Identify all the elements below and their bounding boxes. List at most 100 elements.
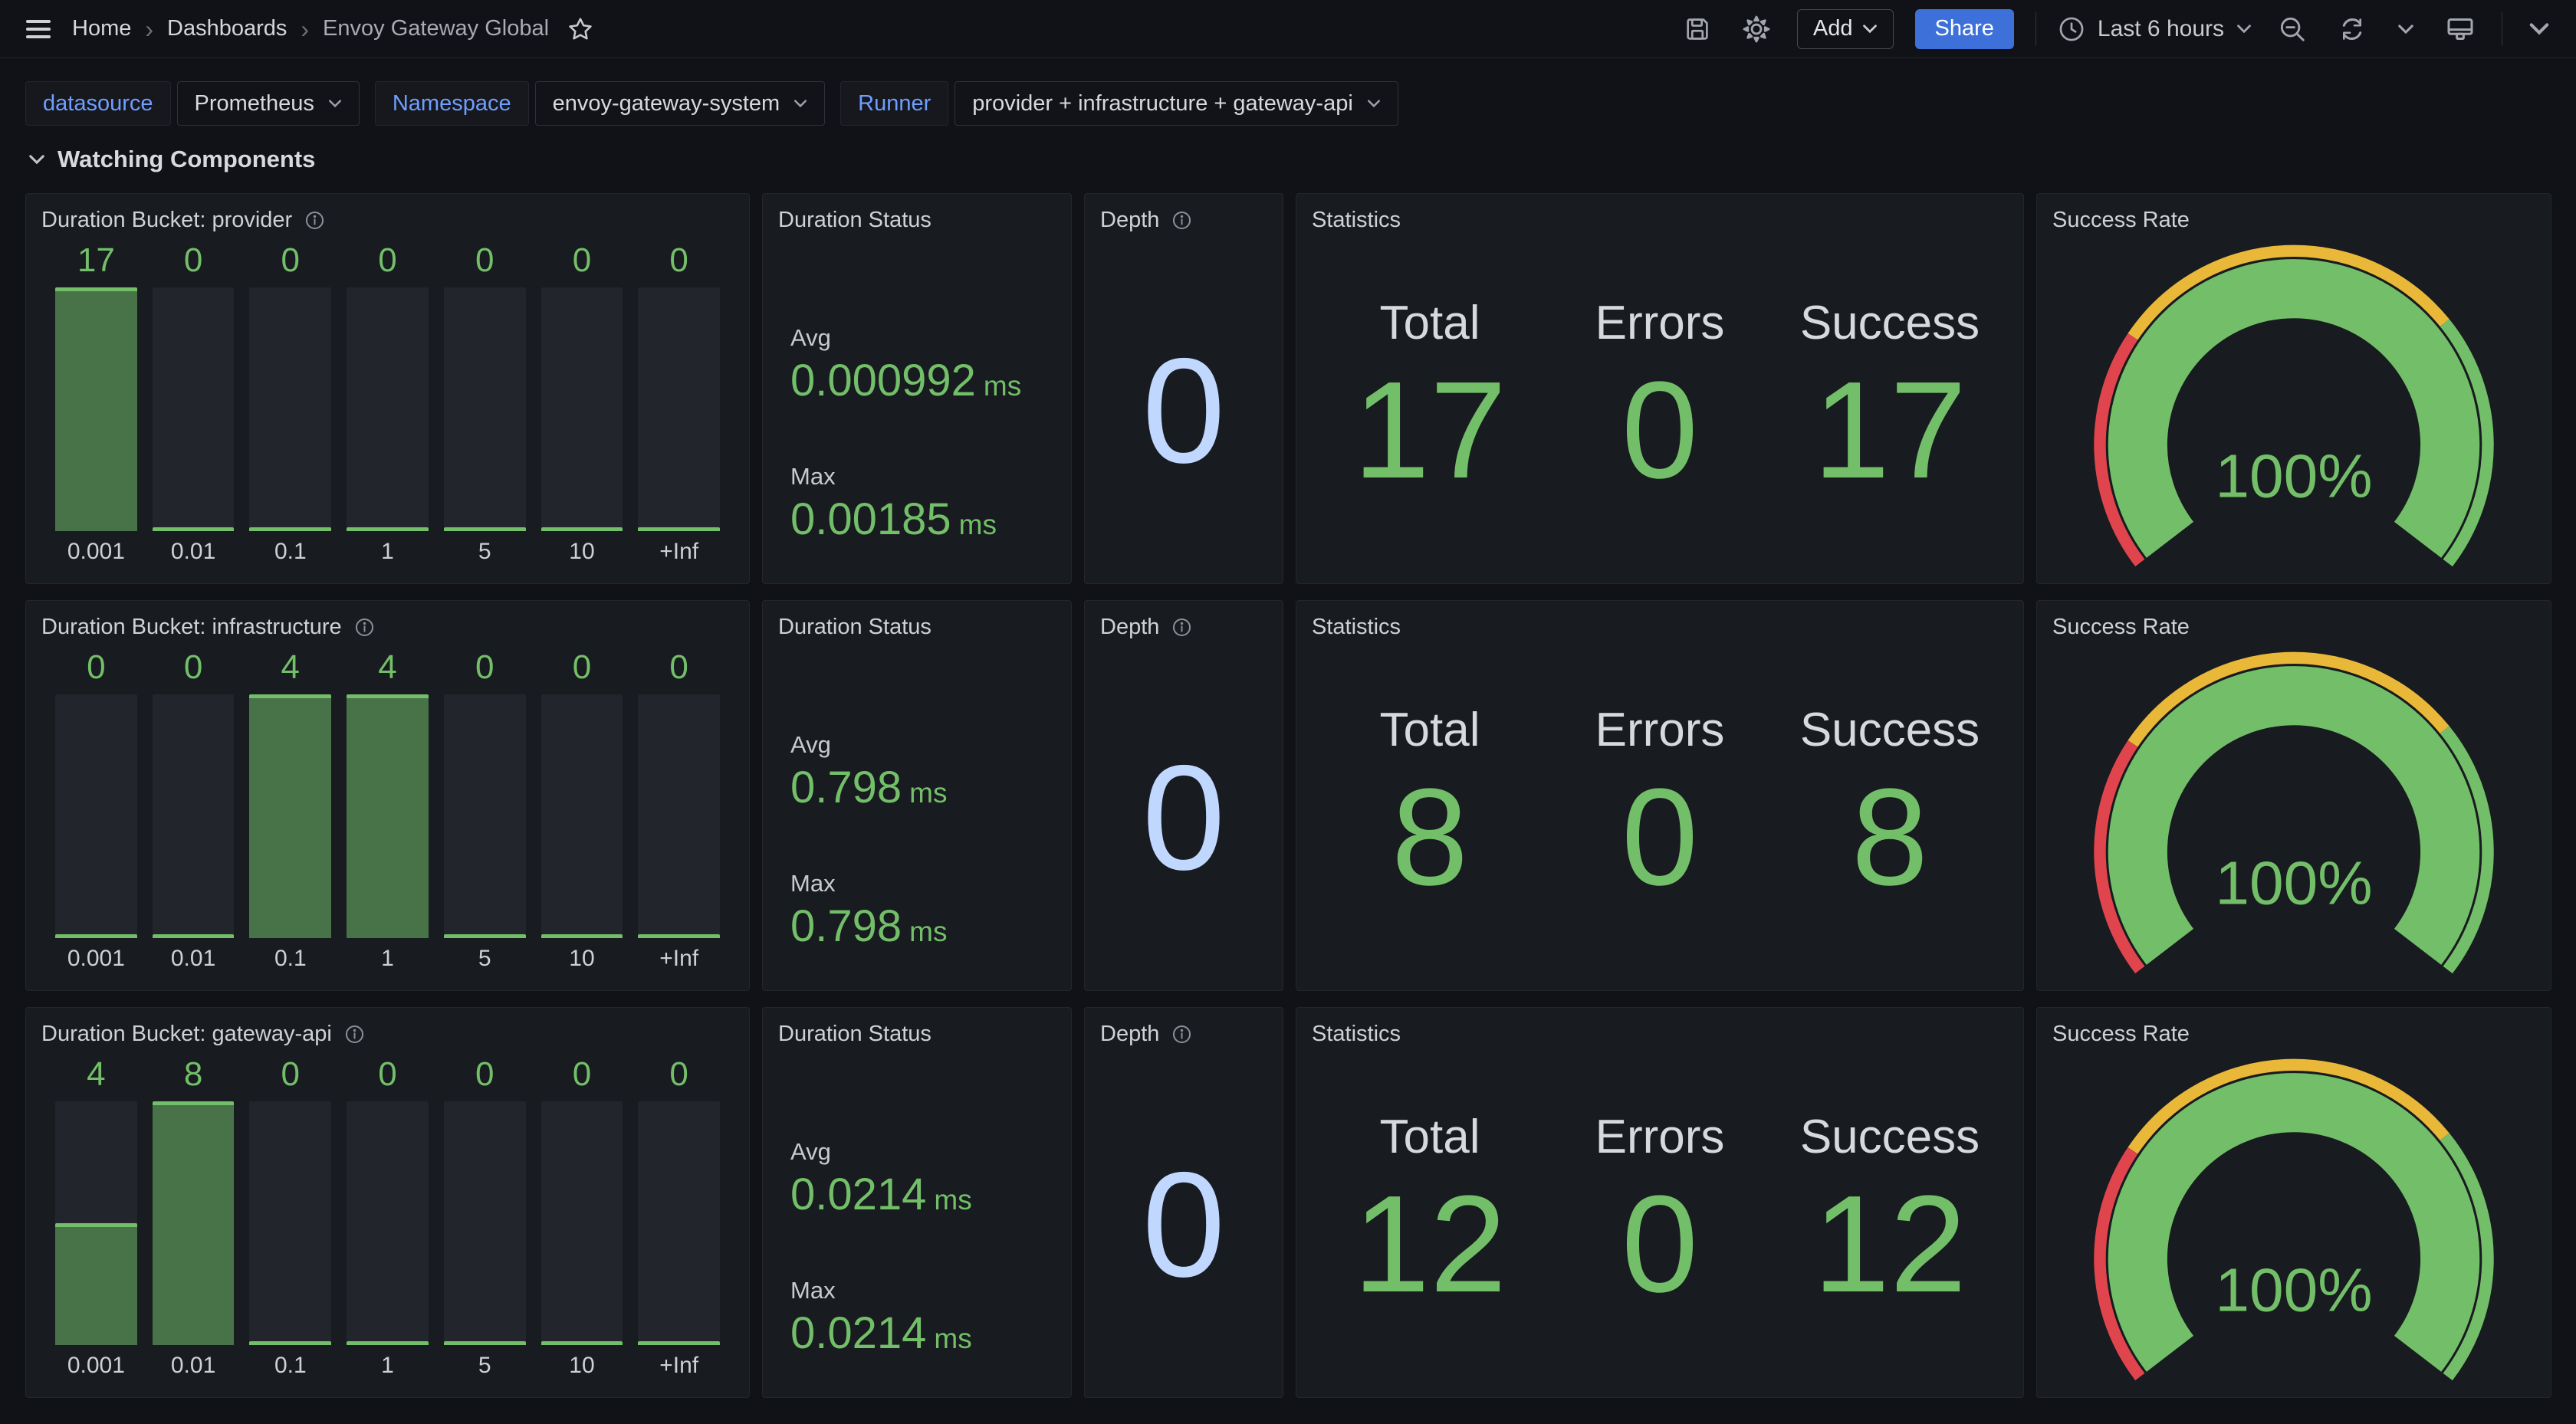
- max-stat: Max 0.798ms: [790, 870, 1056, 950]
- bar-column: 00.1: [249, 240, 331, 565]
- panel-header[interactable]: Depth: [1085, 601, 1283, 645]
- panel-header[interactable]: Statistics: [1296, 1008, 2023, 1052]
- bar-fill: [541, 1341, 623, 1345]
- duration-stats: Avg 0.0214ms Max 0.0214ms: [763, 1052, 1071, 1397]
- bar-fill: [153, 527, 235, 531]
- info-icon[interactable]: [1171, 617, 1192, 638]
- panel-header[interactable]: Depth: [1085, 194, 1283, 238]
- info-icon[interactable]: [1171, 1024, 1192, 1045]
- bar-track: [55, 287, 137, 531]
- favorite-star-button[interactable]: [563, 11, 598, 47]
- info-icon[interactable]: [1171, 210, 1192, 231]
- bar-value-label: 0: [347, 1054, 429, 1095]
- bar-column: 00.1: [249, 1054, 331, 1379]
- panel-header[interactable]: Statistics: [1296, 194, 2023, 238]
- info-icon[interactable]: [354, 617, 375, 638]
- variable-value: Prometheus: [195, 91, 314, 116]
- bar-track: [249, 1101, 331, 1345]
- bar-column: 0 +Inf: [638, 240, 720, 565]
- panel-title: Depth: [1100, 208, 1159, 233]
- panel-header[interactable]: Duration Status: [763, 194, 1071, 238]
- panel-success-rate: Success Rate 100%: [2036, 600, 2551, 991]
- panel-header[interactable]: Duration Bucket: provider: [26, 194, 749, 238]
- panel-duration-status: Duration Status Avg 0.000992ms Max 0.001…: [762, 193, 1072, 584]
- stat-total: Total 17: [1315, 300, 1545, 583]
- topbar-actions: Add Share Last 6 hours: [1679, 9, 2555, 49]
- bar-track: [444, 1101, 526, 1345]
- chevron-down-icon: [2397, 24, 2414, 34]
- panel-header[interactable]: Success Rate: [2037, 601, 2551, 645]
- gauge-value-text: 100%: [2215, 848, 2372, 917]
- add-button[interactable]: Add: [1797, 9, 1894, 49]
- breadcrumb-home[interactable]: Home: [72, 16, 131, 41]
- stat-label: Success: [1800, 300, 1980, 347]
- bar-gauge-chart: 00.00100.0140.141050100+Inf: [26, 645, 749, 990]
- save-dashboard-button[interactable]: [1679, 11, 1716, 48]
- stat-value: 12: [1353, 1172, 1506, 1317]
- panel-success-rate: Success Rate 100%: [2036, 1007, 2551, 1398]
- panel-title: Depth: [1100, 1022, 1159, 1047]
- panel-header[interactable]: Duration Status: [763, 1008, 1071, 1052]
- runner-picker[interactable]: provider + infrastructure + gateway-api: [955, 81, 1398, 126]
- bar-fill: [444, 527, 526, 531]
- stat-total: Total 12: [1315, 1114, 1545, 1397]
- bar-category-label: +Inf: [638, 531, 720, 565]
- gauge-value-text: 100%: [2215, 441, 2372, 510]
- datasource-picker[interactable]: Prometheus: [177, 81, 360, 126]
- panel-header[interactable]: Success Rate: [2037, 194, 2551, 238]
- bar-fill: [444, 934, 526, 938]
- panel-header[interactable]: Duration Bucket: gateway-api: [26, 1008, 749, 1052]
- panel-header[interactable]: Depth: [1085, 1008, 1283, 1052]
- stat-value: 0: [1622, 765, 1698, 910]
- stat-value: 0: [1622, 1172, 1698, 1317]
- bar-column: 0+Inf: [638, 647, 720, 972]
- refresh-button[interactable]: [2333, 10, 2371, 48]
- bar-value-label: 0: [541, 647, 623, 688]
- stat-label: Total: [1380, 707, 1480, 754]
- panel-title: Depth: [1100, 615, 1159, 640]
- bar-category-label: 0.01: [153, 1345, 235, 1379]
- bar-track: [55, 694, 137, 938]
- collapse-toolbar-button[interactable]: [2524, 18, 2555, 40]
- bar-fill: [347, 694, 429, 938]
- panel-header[interactable]: Statistics: [1296, 601, 2023, 645]
- bar-track: [444, 287, 526, 531]
- chevron-down-icon: [328, 99, 342, 108]
- bar-track: [444, 694, 526, 938]
- row-header-watching-components[interactable]: Watching Components: [28, 146, 2551, 173]
- time-range-picker[interactable]: Last 6 hours: [2058, 15, 2252, 43]
- stat-label: Avg: [790, 731, 1056, 759]
- refresh-interval-dropdown[interactable]: [2393, 19, 2419, 39]
- stat-label: Success: [1800, 1114, 1980, 1161]
- info-icon[interactable]: [304, 210, 325, 231]
- bar-category-label: 0.01: [153, 938, 235, 972]
- panel-header[interactable]: Success Rate: [2037, 1008, 2551, 1052]
- panel-title: Duration Bucket: infrastructure: [41, 615, 342, 640]
- bar-value-label: 8: [153, 1054, 235, 1095]
- bar-category-label: 5: [444, 1345, 526, 1379]
- hamburger-menu-button[interactable]: [21, 11, 55, 48]
- info-icon[interactable]: [344, 1024, 365, 1045]
- bar-track: [55, 1101, 137, 1345]
- zoom-out-time-button[interactable]: [2273, 10, 2312, 48]
- bar-fill: [55, 287, 137, 531]
- share-button[interactable]: Share: [1915, 9, 2014, 49]
- dashboard-settings-button[interactable]: [1737, 10, 1776, 48]
- bar-category-label: 0.001: [55, 1345, 137, 1379]
- namespace-picker[interactable]: envoy-gateway-system: [535, 81, 826, 126]
- panel-header[interactable]: Duration Bucket: infrastructure: [26, 601, 749, 645]
- bar-fill: [444, 1341, 526, 1345]
- save-icon: [1684, 15, 1711, 43]
- breadcrumb-dashboards[interactable]: Dashboards: [167, 16, 287, 41]
- panel-row: Duration Bucket: infrastructure 00.00100…: [25, 600, 2551, 991]
- panel-header[interactable]: Duration Status: [763, 601, 1071, 645]
- gauge-svg: 100%: [2052, 241, 2535, 573]
- bar-value-label: 0: [638, 240, 720, 281]
- statistics-values: Total 12 Errors 0 Success 12: [1296, 1052, 2023, 1397]
- avg-stat: Avg 0.0214ms: [790, 1138, 1056, 1219]
- bar-column: 00.01: [153, 647, 235, 972]
- tv-mode-button[interactable]: [2440, 9, 2480, 49]
- bar-category-label: 0.1: [249, 1345, 331, 1379]
- stat-label: Max: [790, 1277, 1056, 1304]
- dashboard-content: datasource Prometheus Namespace envoy-ga…: [0, 58, 2576, 1398]
